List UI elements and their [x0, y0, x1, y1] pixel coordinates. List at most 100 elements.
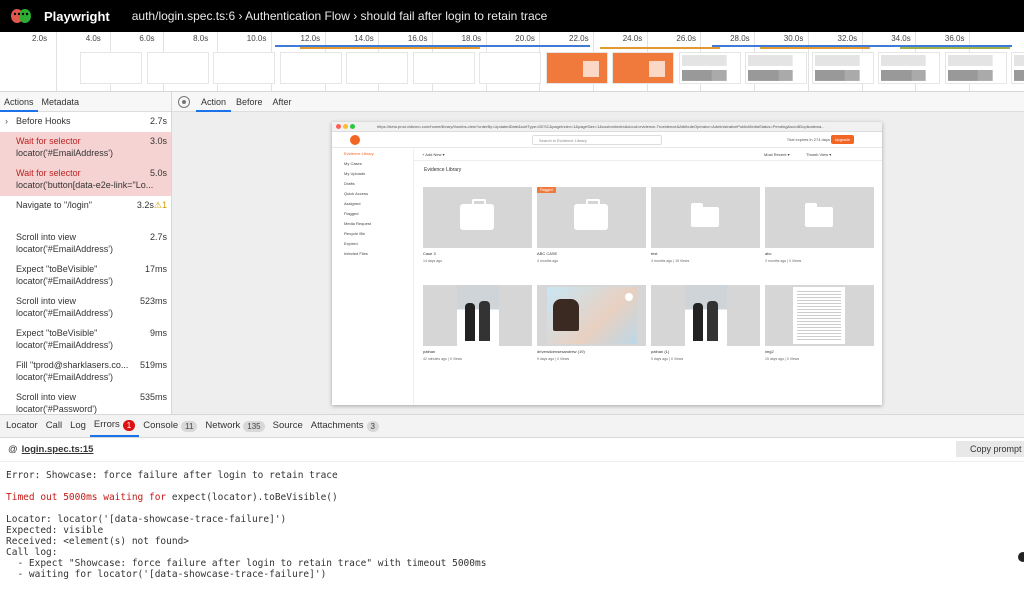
tab-network[interactable]: Network 135	[201, 415, 268, 437]
tab-attachments[interactable]: Attachments 3	[307, 415, 383, 437]
filmstrip-thumbnail[interactable]	[213, 52, 275, 84]
timeline-tick	[56, 32, 57, 91]
timeline[interactable]: 2.0s 4.0s 6.0s 8.0s 10.0s 12.0s 14.0s 16.0s 18.0…	[0, 32, 1024, 92]
library-card[interactable]: pathan (1) 9 days ago | 0 Views	[651, 285, 760, 370]
filmstrip-thumbnail[interactable]	[545, 52, 608, 84]
snapshot-search-input[interactable]: Search in Evidence Library	[532, 135, 662, 145]
action-item[interactable]: Wait for selector locator('#EmailAddress'…	[0, 132, 171, 164]
upgrade-button[interactable]: Upgrade	[830, 135, 854, 144]
library-card[interactable]: Case 3 14 days ago	[423, 187, 532, 272]
action-item[interactable]: Expect "toBeVisible" locator('#EmailAddre…	[0, 260, 171, 292]
snapshot-sidebar-item[interactable]: My Cases	[332, 159, 413, 169]
add-new-button[interactable]: + Add New ▾	[422, 152, 445, 157]
timeline-action-bar	[900, 47, 1010, 49]
tab-log[interactable]: Log	[66, 415, 90, 437]
tab-source[interactable]: Source	[269, 415, 307, 437]
card-thumbnail[interactable]	[423, 187, 532, 248]
card-thumbnail[interactable]	[765, 285, 874, 346]
action-duration: 3.0s	[150, 135, 167, 147]
pick-locator-icon[interactable]	[178, 95, 190, 108]
card-thumbnail[interactable]	[765, 187, 874, 248]
tab-actions[interactable]: Actions	[0, 92, 38, 112]
action-item[interactable]: › Before Hooks 2.7s	[0, 112, 171, 132]
library-card[interactable]: img2 15 days ago | 0 Views	[765, 285, 874, 370]
tab-console[interactable]: Console 11	[139, 415, 201, 437]
copy-prompt-button[interactable]: Copy prompt	[956, 441, 1024, 457]
action-item[interactable]: Expect "toBeVisible" locator('#EmailAddre…	[0, 324, 171, 356]
filmstrip-thumbnail[interactable]	[745, 52, 807, 84]
folder-icon	[805, 203, 833, 227]
action-locator: locator('#EmailAddress')	[16, 372, 113, 382]
action-duration: 2.7s	[150, 115, 167, 127]
snapshot-sidebar-item[interactable]: Expired	[332, 239, 413, 249]
card-thumbnail[interactable]	[651, 285, 760, 346]
library-card[interactable]: driverslicensesandrew (19) 9 days ago | 0…	[537, 285, 646, 370]
snapshot-sidebar-item[interactable]: Recycle Bin	[332, 229, 413, 239]
tab-call[interactable]: Call	[42, 415, 66, 437]
filmstrip-thumbnail[interactable]	[346, 52, 408, 84]
card-title: driverslicensesandrew (19)	[537, 349, 585, 354]
library-card[interactable]: Flagged ABC CASE 4 months ago	[537, 187, 646, 272]
snapshot-sidebar-item[interactable]: Media Request	[332, 219, 413, 229]
action-duration: 2.7s	[150, 231, 167, 243]
library-card[interactable]: pathan 42 minutes ago | 0 Views	[423, 285, 532, 370]
snapshot-sidebar-item[interactable]: Quick Access	[332, 189, 413, 199]
app-topbar: Search in Evidence Library Trial expires…	[332, 132, 882, 148]
filmstrip-thumbnail[interactable]	[279, 52, 342, 84]
snapshot-browser[interactable]: https://beta.prod.vidizmo.com/home/libra…	[332, 122, 882, 405]
filmstrip-thumbnail[interactable]	[612, 52, 674, 84]
action-duration: 5.0s	[150, 167, 167, 179]
license-thumbnail	[547, 287, 637, 344]
snapshot-sidebar-item[interactable]: My Uploads	[332, 169, 413, 179]
filmstrip-thumbnail[interactable]	[146, 52, 209, 84]
filmstrip-thumbnail[interactable]	[412, 52, 475, 84]
tab-locator[interactable]: Locator	[2, 415, 42, 437]
tab-action[interactable]: Action	[196, 92, 232, 112]
action-item[interactable]: Scroll into view locator('#EmailAddress')…	[0, 292, 171, 324]
tab-errors[interactable]: Errors 1	[89, 415, 140, 437]
expand-chevron-icon[interactable]: ›	[5, 115, 8, 127]
card-meta: 14 days ago	[423, 259, 443, 263]
snapshot-sidebar-item[interactable]: Infected Files	[332, 249, 413, 259]
action-item[interactable]: Wait for selector locator('button[data-e2…	[0, 164, 171, 196]
resize-handle-icon[interactable]	[1018, 552, 1024, 562]
library-card[interactable]: abc 3 months ago | 0 Views	[765, 187, 874, 272]
action-duration: 17ms	[145, 263, 167, 275]
action-item[interactable]: Navigate to "/login" 3.2s⚠1	[0, 196, 171, 228]
card-thumbnail[interactable]	[537, 285, 646, 346]
tab-metadata[interactable]: Metadata	[38, 92, 84, 112]
action-locator: locator('#EmailAddress')	[16, 244, 113, 254]
snapshot-sidebar-item[interactable]: Drafts	[332, 179, 413, 189]
timeout-expression: expect(locator).toBeVisible()	[171, 492, 338, 503]
tab-before[interactable]: Before	[231, 92, 268, 112]
card-thumbnail[interactable]	[423, 285, 532, 346]
library-card[interactable]: test 4 months ago | 15 Views	[651, 187, 760, 272]
action-title: Expect "toBeVisible"	[16, 328, 98, 338]
source-file-link[interactable]: login.spec.ts:15	[22, 444, 94, 455]
sort-select[interactable]: Most Recent ▾	[764, 152, 790, 157]
action-locator: locator('#Password')	[16, 404, 97, 414]
count-badge: 135	[243, 420, 265, 432]
filmstrip-thumbnail[interactable]	[878, 52, 940, 84]
card-thumbnail[interactable]	[651, 187, 760, 248]
action-duration-value: 3.0s	[149, 136, 167, 146]
timeline-tick-label: 14.0s	[354, 34, 374, 43]
action-item[interactable]: Fill "tprod@sharklasers.co... locator('#E…	[0, 356, 171, 388]
snapshot-sidebar-item[interactable]: Evidence Library	[332, 149, 413, 159]
call-log-entry: - waiting for locator('[data-showcase-tr…	[6, 569, 327, 580]
card-thumbnail[interactable]: Flagged	[537, 187, 646, 248]
snapshot-sidebar-item[interactable]: Assigned	[332, 199, 413, 209]
filmstrip-thumbnail[interactable]	[80, 52, 142, 84]
action-item[interactable]: Scroll into view locator('#Password') 535m…	[0, 388, 171, 414]
view-select[interactable]: Thumb View ▾	[806, 152, 831, 157]
filmstrip-thumbnail[interactable]	[944, 52, 1007, 84]
snapshot-sidebar-item[interactable]: Flagged	[332, 209, 413, 219]
filmstrip-thumbnail[interactable]	[479, 52, 541, 84]
filmstrip-thumbnail[interactable]	[678, 52, 741, 84]
action-item[interactable]: Scroll into view locator('#EmailAddress')…	[0, 228, 171, 260]
filmstrip-thumbnail[interactable]	[1011, 52, 1024, 84]
expected-line: Expected: visible	[6, 525, 104, 536]
left-tabs: Actions Metadata	[0, 92, 171, 112]
filmstrip-thumbnail[interactable]	[811, 52, 874, 84]
tab-after[interactable]: After	[268, 92, 297, 112]
